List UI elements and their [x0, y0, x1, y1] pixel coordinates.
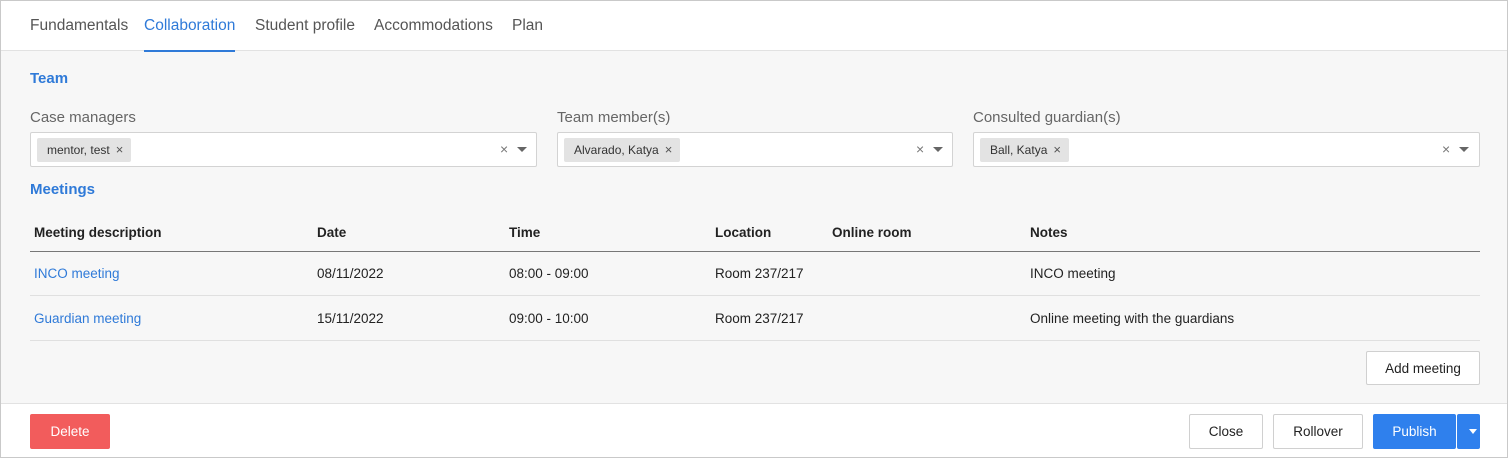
case-managers-select[interactable]: mentor, test × × [30, 132, 537, 167]
clear-icon[interactable]: × [916, 133, 924, 166]
chip-label: Ball, Katya [990, 143, 1048, 157]
tab-collaboration[interactable]: Collaboration [144, 1, 236, 52]
case-managers-label: Case managers [30, 109, 136, 126]
publish-options-button[interactable] [1457, 414, 1480, 449]
team-section-title: Team [30, 70, 69, 87]
chip-label: mentor, test [47, 143, 110, 157]
publish-button[interactable]: Publish [1373, 414, 1456, 449]
column-header: Date [317, 225, 347, 240]
guardians-select[interactable]: Ball, Katya × × [973, 132, 1480, 167]
meeting-location: Room 237/217 [715, 266, 804, 281]
table-header-divider [30, 251, 1480, 252]
chip-remove-icon[interactable]: × [665, 142, 673, 157]
chip-remove-icon[interactable]: × [1053, 142, 1061, 157]
team-members-select[interactable]: Alvarado, Katya × × [557, 132, 953, 167]
chip-label: Alvarado, Katya [574, 143, 659, 157]
close-button[interactable]: Close [1189, 414, 1263, 449]
case-manager-chip: mentor, test × [37, 138, 132, 162]
dialog-footer: Delete Close Rollover Publish [1, 403, 1507, 457]
chevron-down-icon [1469, 429, 1477, 434]
meeting-location: Room 237/217 [715, 311, 804, 326]
rollover-button[interactable]: Rollover [1273, 414, 1363, 449]
column-header: Online room [832, 225, 912, 240]
clear-icon[interactable]: × [1442, 133, 1450, 166]
clear-icon[interactable]: × [500, 133, 508, 166]
team-members-label: Team member(s) [557, 109, 671, 126]
tab-bar: Fundamentals Collaboration Student profi… [1, 1, 1507, 52]
delete-button[interactable]: Delete [30, 414, 110, 449]
column-header: Time [509, 225, 541, 240]
chevron-down-icon[interactable] [1459, 147, 1469, 152]
meeting-time: 08:00 - 09:00 [509, 266, 589, 281]
meeting-notes: INCO meeting [1030, 266, 1116, 281]
tab-fundamentals[interactable]: Fundamentals [30, 1, 128, 51]
chip-remove-icon[interactable]: × [116, 142, 124, 157]
dialog-frame: Fundamentals Collaboration Student profi… [0, 0, 1508, 458]
meeting-time: 09:00 - 10:00 [509, 311, 589, 326]
row-divider [30, 295, 1480, 296]
chevron-down-icon[interactable] [933, 147, 943, 152]
tab-student-profile[interactable]: Student profile [255, 1, 355, 51]
column-header: Meeting description [34, 225, 162, 240]
add-meeting-button[interactable]: Add meeting [1366, 351, 1480, 385]
meeting-description-link[interactable]: Guardian meeting [34, 311, 141, 326]
meeting-date: 08/11/2022 [317, 266, 384, 281]
meeting-description-link[interactable]: INCO meeting [34, 266, 120, 281]
column-header: Location [715, 225, 772, 240]
guardians-label: Consulted guardian(s) [973, 109, 1121, 126]
row-divider [30, 340, 1480, 341]
tab-accommodations[interactable]: Accommodations [374, 1, 493, 51]
meetings-section-title: Meetings [30, 181, 96, 198]
guardian-chip: Ball, Katya × [980, 138, 1069, 162]
meeting-date: 15/11/2022 [317, 311, 384, 326]
column-header: Notes [1030, 225, 1068, 240]
tab-plan[interactable]: Plan [512, 1, 543, 51]
meeting-notes: Online meeting with the guardians [1030, 311, 1235, 326]
chevron-down-icon[interactable] [517, 147, 527, 152]
team-member-chip: Alvarado, Katya × [564, 138, 681, 162]
